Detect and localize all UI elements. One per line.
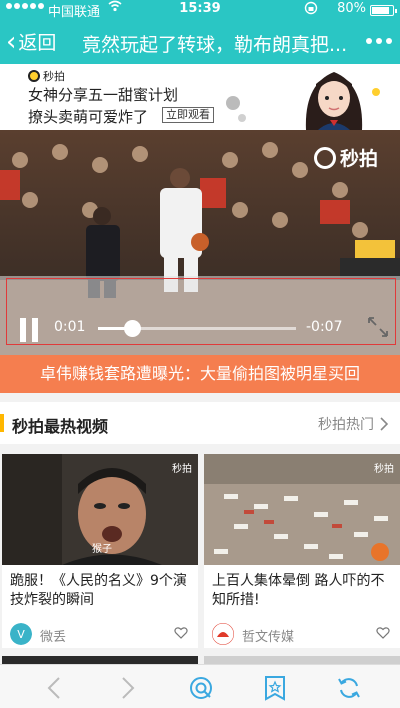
current-time: 0:01 [54,319,86,335]
video-thumbnail: 秒拍 猴子 [2,454,198,565]
search-icon[interactable] [188,675,214,701]
back-button[interactable]: ‹ 返回 [6,28,56,55]
watch-now-button[interactable]: 立即观看 [162,107,214,123]
thumbnail-watermark: 秒拍 [374,464,394,475]
seek-handle[interactable] [123,320,141,337]
app-header: 中国联通 15:39 80% ‹ 返回 竟然玩起了转球，勒布朗真把... [0,0,400,64]
decor-dot [372,88,380,96]
heart-icon[interactable] [174,626,188,640]
card-title: 跪服！《人民的名义》9个演技炸裂的瞬间 [10,573,187,608]
orientation-lock-icon [304,1,318,19]
back-arrow-icon[interactable] [42,675,68,701]
back-label: 返回 [18,32,57,54]
thumbnail-caption: 猴子 [92,544,112,555]
remaining-time: -0:07 [306,319,343,335]
svg-text:V: V [17,628,25,641]
video-thumbnail: 秒拍 [204,454,400,565]
battery-percent: 80% [337,1,366,16]
heart-icon[interactable] [376,626,390,640]
chevron-left-icon: ‹ [6,26,17,57]
decor-dot [226,96,240,110]
battery-icon [370,5,397,16]
card-author: 微丢 [40,630,67,645]
ad-brand: 秒拍 [28,68,65,84]
pause-button[interactable] [20,318,40,342]
thumbnail-watermark: 秒拍 [172,464,192,475]
card-author: 哲文传媒 [242,630,295,645]
page-title: 竟然玩起了转球，勒布朗真把... [82,34,348,56]
decor-dot [238,114,246,122]
video-watermark: 秒拍 [313,144,378,171]
section-header: 秒拍最热视频 秒拍热门 [0,402,400,444]
nav-bar: ‹ 返回 竟然玩起了转球，勒布朗真把... [0,24,400,60]
avatar [212,623,234,645]
browser-toolbar [0,664,400,708]
video-card[interactable]: 秒拍 上百人集体晕倒 路人吓的不知所措! 哲文传媒 [204,454,400,648]
video-card[interactable]: 秒拍 猴子 跪服！《人民的名义》9个演技炸裂的瞬间 V 微丢 [2,454,198,648]
section-more-link[interactable]: 秒拍热门 [318,414,388,434]
refresh-icon[interactable] [336,675,362,701]
section-title: 秒拍最热视频 [12,417,109,436]
bookmark-icon[interactable] [262,675,288,701]
section-accent-bar [0,414,4,432]
more-options-button[interactable] [366,38,392,44]
card-title: 上百人集体晕倒 路人吓的不知所措! [212,573,385,608]
next-card-peek [2,656,198,664]
status-bar: 中国联通 15:39 80% [0,0,400,20]
miaopai-logo-icon [28,70,40,82]
ad-subline: 撩头卖萌可爱炸了 [28,108,149,126]
ad-banner[interactable]: 秒拍 女神分享五一甜蜜计划 撩头卖萌可爱炸了 立即观看 [0,64,400,130]
next-card-peek [204,656,400,664]
fullscreen-icon[interactable] [366,315,390,339]
avatar: V [10,623,32,645]
camera-icon [313,146,336,169]
ad-headline: 女神分享五一甜蜜计划 [28,86,179,104]
forward-arrow-icon[interactable] [114,675,140,701]
chevron-right-icon [380,417,388,431]
ad-model-image [296,64,372,130]
news-banner[interactable]: 卓伟赚钱套路遭曝光：大量偷拍图被明星买回 [0,355,400,393]
